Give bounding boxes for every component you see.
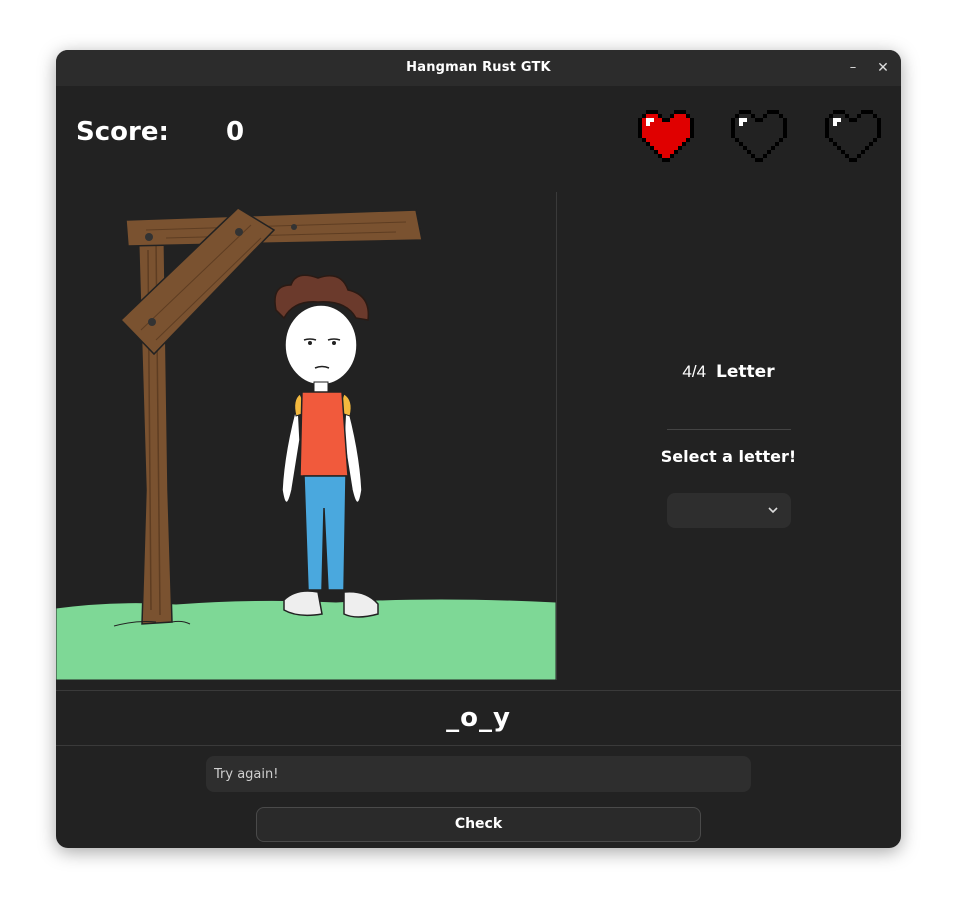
hangman-illustration — [56, 190, 556, 680]
minimize-button[interactable]: – — [843, 58, 863, 78]
check-button[interactable]: Check — [256, 807, 701, 842]
close-button[interactable]: ✕ — [873, 58, 893, 78]
window-title: Hangman Rust GTK — [406, 60, 551, 75]
letter-dropdown[interactable] — [667, 493, 791, 528]
vertical-separator — [556, 192, 557, 680]
heart-empty-icon — [731, 110, 787, 162]
title-bar[interactable]: Hangman Rust GTK – ✕ — [56, 50, 901, 86]
score-label: Score: — [76, 117, 169, 147]
letter-counter: 4/4 Letter — [616, 362, 841, 382]
heart-empty-icon — [825, 110, 881, 162]
letter-count-label: Letter — [716, 362, 775, 382]
select-letter-prompt: Select a letter! — [660, 447, 797, 466]
separator — [667, 429, 791, 430]
separator — [56, 745, 901, 746]
separator — [56, 690, 901, 691]
heart-full-icon — [638, 110, 694, 162]
chevron-down-icon — [768, 507, 778, 514]
letter-count-value: 4/4 — [682, 362, 707, 381]
score-value: 0 — [226, 117, 245, 147]
app-window: Hangman Rust GTK – ✕ Score: 0 4/4 Letter… — [56, 50, 901, 848]
masked-word: _o_y — [446, 703, 511, 733]
message-field[interactable] — [206, 756, 751, 792]
